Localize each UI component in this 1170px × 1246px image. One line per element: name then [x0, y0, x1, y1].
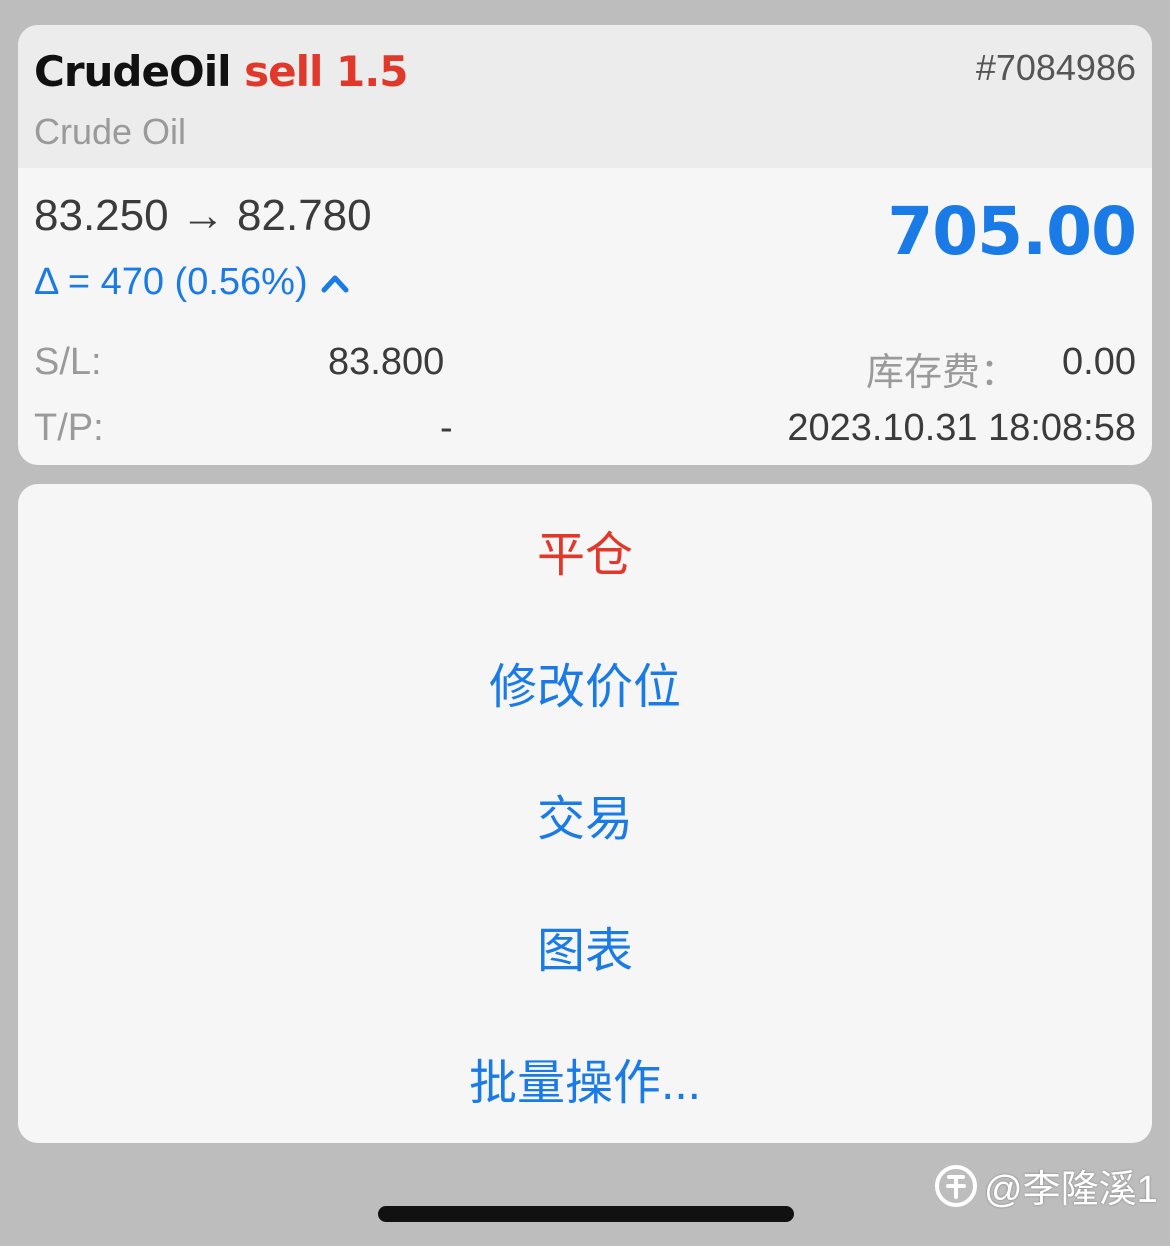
swap-value: 0.00: [1062, 341, 1136, 383]
delta-toggle[interactable]: Δ = 470 (0.56%): [34, 261, 350, 304]
position-card[interactable]: CrudeOil sell 1.5 #7084986 Crude Oil 83.…: [18, 25, 1152, 465]
price-change: 83.250 → 82.780: [34, 191, 372, 241]
watermark-text: @李隆溪1: [984, 1169, 1158, 1211]
current-price: 82.780: [237, 191, 372, 240]
open-time: 2023.10.31 18:08:58: [787, 407, 1136, 449]
zhihu-logo-icon: [935, 1164, 977, 1207]
ticket-number: #7084986: [975, 47, 1136, 88]
bulk-operations-button[interactable]: 批量操作...: [18, 1018, 1152, 1138]
sl-value: 83.800: [328, 341, 445, 383]
chevron-up-icon: [321, 275, 349, 292]
sl-label: S/L:: [34, 341, 102, 383]
symbol-description: Crude Oil: [34, 111, 187, 152]
profit-value: 705.00: [887, 193, 1137, 270]
delta-text: Δ = 470 (0.56%): [34, 261, 308, 303]
open-price: 83.250: [34, 191, 169, 240]
position-header: CrudeOil sell 1.5 #7084986 Crude Oil: [18, 25, 1152, 168]
symbol-name: CrudeOil: [34, 47, 231, 96]
home-indicator[interactable]: [378, 1206, 794, 1222]
watermark: @李隆溪1: [934, 1158, 1158, 1213]
arrow-right-icon: →: [180, 191, 225, 240]
position-title: CrudeOil sell 1.5: [34, 47, 408, 96]
chart-button[interactable]: 图表: [18, 886, 1152, 1006]
close-position-button[interactable]: 平仓: [18, 490, 1152, 610]
trade-button[interactable]: 交易: [18, 754, 1152, 874]
trade-volume: 1.5: [336, 47, 408, 96]
trade-side: sell: [244, 47, 323, 96]
tp-value: -: [440, 407, 453, 449]
tp-label: T/P:: [34, 407, 104, 449]
action-menu: 平仓 修改价位 交易 图表 批量操作...: [18, 484, 1152, 1143]
modify-levels-button[interactable]: 修改价位: [18, 622, 1152, 742]
swap-label: 库存费：: [865, 352, 1018, 394]
